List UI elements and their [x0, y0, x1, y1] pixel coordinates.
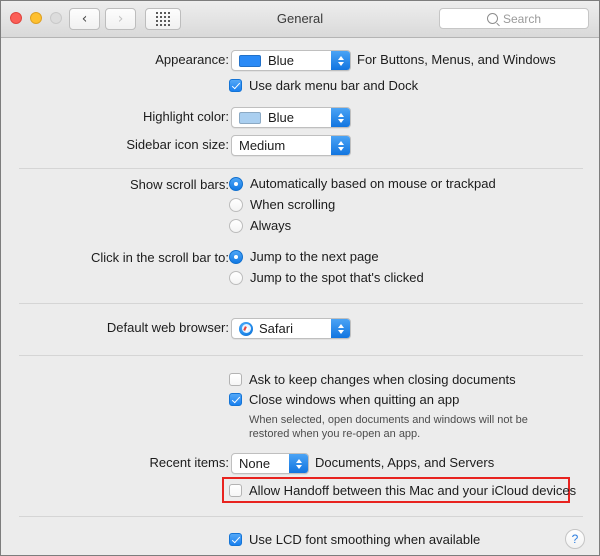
search-field[interactable]: Search: [439, 8, 589, 29]
scroll-click-label-wrap: Click in the scroll bar to:: [1, 250, 229, 265]
scroll-bars-option-1-label: When scrolling: [250, 197, 336, 212]
scroll-click-option-1-label: Jump to the spot that's clicked: [250, 270, 424, 285]
scroll-bars-option-2-label: Always: [250, 218, 292, 233]
highlight-color-swatch: [239, 111, 261, 124]
close-windows-row[interactable]: Close windows when quitting an app: [229, 392, 459, 407]
sidebar-icon-size-label: Sidebar icon size:: [126, 137, 229, 152]
dark-menu-bar-checkbox-row[interactable]: Use dark menu bar and Dock: [229, 78, 418, 93]
radio-when-scrolling[interactable]: [229, 197, 243, 212]
appearance-label: Appearance:: [155, 52, 229, 67]
close-windows-label: Close windows when quitting an app: [249, 392, 460, 407]
scroll-bars-option-0-label: Automatically based on mouse or trackpad: [250, 176, 496, 191]
system-preferences-window: ‹ › General Search Appearance: Blue For …: [0, 0, 600, 556]
recent-items-popup[interactable]: None: [231, 453, 309, 474]
sidebar-icon-size-value: Medium: [239, 138, 286, 153]
appearance-stepper-icon[interactable]: [331, 51, 350, 70]
sidebar-size-stepper-icon[interactable]: [331, 136, 350, 155]
default-web-browser-popup[interactable]: Safari: [231, 318, 351, 339]
scroll-bars-label-wrap: Show scroll bars:: [1, 177, 229, 192]
divider-4: [19, 516, 583, 517]
recent-items-label: Recent items:: [149, 455, 229, 470]
ask-keep-changes-row[interactable]: Ask to keep changes when closing documen…: [229, 372, 516, 387]
appearance-value: Blue: [268, 53, 295, 68]
safari-icon: [239, 321, 253, 336]
highlight-color-value: Blue: [268, 110, 295, 125]
scroll-bars-option-1[interactable]: When scrolling: [229, 197, 335, 212]
dark-menu-bar-checkbox[interactable]: [229, 79, 242, 92]
divider-1: [19, 168, 583, 169]
search-placeholder: Search: [502, 11, 542, 26]
default-web-browser-label: Default web browser:: [106, 320, 229, 335]
recent-items-trailing-text: Documents, Apps, and Servers: [315, 455, 495, 470]
recent-items-stepper-icon[interactable]: [289, 454, 308, 473]
ask-keep-changes-checkbox[interactable]: [229, 373, 242, 386]
default-web-browser-value: Safari: [259, 321, 293, 336]
scroll-click-option-0-label: Jump to the next page: [250, 249, 379, 264]
scroll-bars-option-2[interactable]: Always: [229, 218, 291, 233]
close-windows-checkbox[interactable]: [229, 393, 242, 406]
close-windows-help-line-1: When selected, open documents and window…: [249, 414, 528, 426]
handoff-label: Allow Handoff between this Mac and your …: [249, 483, 577, 498]
sidebar-icon-size-popup[interactable]: Medium: [231, 135, 351, 156]
appearance-color-swatch: [239, 54, 261, 67]
help-button[interactable]: ?: [565, 529, 585, 549]
highlight-color-popup[interactable]: Blue: [231, 107, 351, 128]
ask-keep-changes-label: Ask to keep changes when closing documen…: [249, 372, 516, 387]
font-smoothing-label: Use LCD font smoothing when available: [249, 532, 481, 547]
radio-automatic[interactable]: [229, 176, 243, 191]
radio-always[interactable]: [229, 218, 243, 233]
divider-3: [19, 355, 583, 356]
appearance-trailing-text: For Buttons, Menus, and Windows: [357, 52, 556, 67]
font-smoothing-checkbox[interactable]: [229, 533, 242, 546]
default-browser-label-wrap: Default web browser:: [1, 320, 229, 335]
sidebar-size-label-wrap: Sidebar icon size:: [1, 137, 229, 152]
divider-2: [19, 303, 583, 304]
highlight-label-wrap: Highlight color:: [1, 109, 229, 124]
close-windows-help-line-2: restored when you re-open an app.: [249, 428, 421, 440]
title-bar: ‹ › General Search: [1, 1, 599, 38]
help-button-label: ?: [571, 532, 579, 546]
radio-jump-to-spot[interactable]: [229, 270, 243, 285]
scroll-click-option-1[interactable]: Jump to the spot that's clicked: [229, 270, 424, 285]
preferences-content: Appearance: Blue For Buttons, Menus, and…: [1, 38, 599, 555]
browser-stepper-icon[interactable]: [331, 319, 350, 338]
search-icon: [486, 13, 498, 24]
appearance-popup[interactable]: Blue: [231, 50, 351, 71]
recent-items-trailing-wrap: Documents, Apps, and Servers: [315, 455, 494, 470]
font-smoothing-row[interactable]: Use LCD font smoothing when available: [229, 532, 480, 547]
highlight-stepper-icon[interactable]: [331, 108, 350, 127]
recent-items-label-wrap: Recent items:: [1, 455, 229, 470]
recent-items-value: None: [239, 456, 271, 471]
scroll-click-option-0[interactable]: Jump to the next page: [229, 249, 379, 264]
dark-menu-bar-label: Use dark menu bar and Dock: [249, 78, 419, 93]
highlight-color-label: Highlight color:: [143, 109, 229, 124]
appearance-trailing-wrap: For Buttons, Menus, and Windows: [357, 52, 556, 67]
show-scroll-bars-label: Show scroll bars:: [130, 177, 229, 192]
handoff-row[interactable]: Allow Handoff between this Mac and your …: [229, 483, 576, 498]
radio-jump-next-page[interactable]: [229, 249, 243, 264]
scroll-bars-option-0[interactable]: Automatically based on mouse or trackpad: [229, 176, 496, 191]
appearance-label-wrap: Appearance:: [1, 52, 229, 67]
handoff-checkbox[interactable]: [229, 484, 242, 497]
scroll-click-label: Click in the scroll bar to:: [91, 250, 229, 265]
